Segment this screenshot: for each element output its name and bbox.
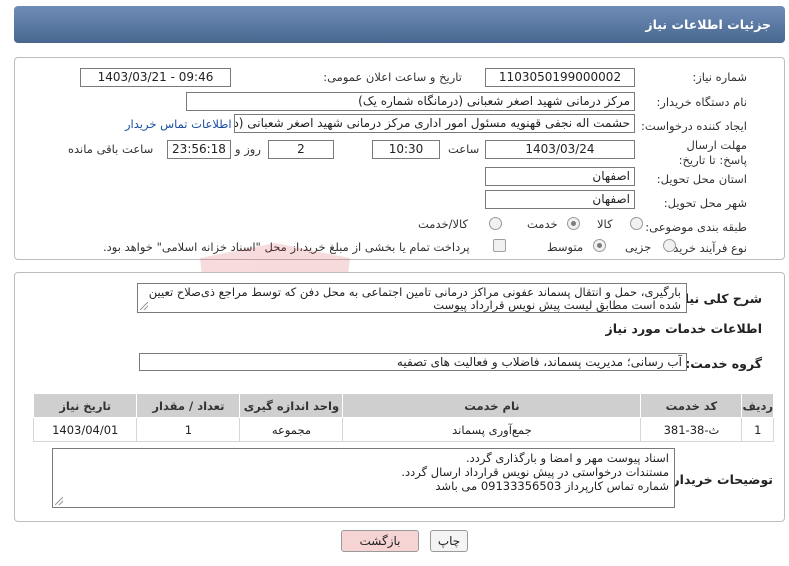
category-option-goods: کالا [597, 217, 613, 231]
buyer-notes-textarea[interactable]: اسناد پیوست مهر و امضا و بارگذاری گردد. … [52, 448, 675, 508]
need-number-label: شماره نیاز: [692, 70, 747, 84]
category-option-service: خدمت [527, 217, 558, 231]
column-header: کد خدمت [640, 393, 743, 418]
creator-field: حشمت اله نجفی قهنویه مسئول امور اداری مر… [234, 114, 635, 133]
services-table: ردیف کد خدمت نام خدمت واحد اندازه گیری ت… [32, 393, 774, 442]
province-field: اصفهان [485, 167, 635, 186]
table-header-row: ردیف کد خدمت نام خدمت واحد اندازه گیری ت… [32, 393, 774, 418]
back-button[interactable]: بازگشت [341, 530, 419, 552]
process-label: نوع فرآیند خرید : [665, 241, 747, 255]
service-group-field: آب رسانی؛ مدیریت پسماند، فاضلاب و فعالیت… [139, 353, 687, 371]
page-title: جزئیات اطلاعات نیاز [645, 17, 771, 32]
summary-textarea[interactable]: بارگیری، حمل و انتقال پسماند عفونی مراکز… [137, 283, 687, 313]
table-cell: مجموعه [239, 417, 344, 442]
province-label: استان محل تحویل: [656, 172, 747, 186]
process-radio-minor[interactable] [663, 239, 676, 252]
process-option-minor: جزیی [625, 240, 652, 254]
deadline-time-label: ساعت [448, 142, 480, 156]
column-header: واحد اندازه گیری [239, 393, 344, 418]
creator-label: ایجاد کننده درخواست: [641, 119, 747, 133]
announce-datetime-field: 1403/03/21 - 09:46 [80, 68, 231, 87]
column-header: نام خدمت [342, 393, 642, 418]
treasury-payment-checkbox[interactable] [493, 239, 506, 252]
table-row: 1 ث-38-381 جمع‌آوری پسماند مجموعه 1 1403… [32, 417, 774, 442]
city-label: شهر محل تحویل: [663, 196, 747, 210]
process-option-medium: متوسط [547, 240, 584, 254]
note-line: شماره تماس کارپرداز 09133356503 می باشد [435, 479, 669, 493]
category-radio-goods-service[interactable] [489, 217, 502, 230]
process-radio-medium[interactable] [593, 239, 606, 252]
category-option-goods-service: کالا/خدمت [418, 217, 469, 231]
service-group-label: گروه خدمت: [685, 356, 762, 371]
resize-handle[interactable] [55, 497, 63, 505]
buyer-contact-link[interactable]: اطلاعات تماس خریدار [125, 117, 232, 131]
treasury-payment-note: پرداخت تمام یا بخشی از مبلغ خرید،از محل … [103, 240, 470, 254]
table-cell: ث-38-381 [640, 417, 743, 442]
summary-text: بارگیری، حمل و انتقال پسماند عفونی مراکز… [148, 285, 681, 312]
city-field: اصفهان [485, 190, 635, 209]
column-header: ردیف [741, 393, 774, 418]
remaining-label: ساعت باقی مانده [68, 142, 154, 156]
table-cell: 1403/04/01 [32, 417, 138, 442]
announce-label: تاریخ و ساعت اعلان عمومی: [323, 70, 462, 84]
buyer-notes-label: توضیحات خریدار: [667, 472, 773, 487]
table-cell: جمع‌آوری پسماند [342, 417, 642, 442]
print-button[interactable]: چاپ [430, 530, 468, 552]
table-cell: 1 [136, 417, 241, 442]
column-header: تاریخ نیاز [32, 393, 138, 418]
note-line: اسناد پیوست مهر و امضا و بارگذاری گردد. [465, 451, 669, 465]
buyer-field: مرکز درمانی شهید اصغر شعبانی (درمانگاه ش… [186, 92, 635, 111]
page-header: جزئیات اطلاعات نیاز [14, 6, 785, 43]
category-radio-goods[interactable] [630, 217, 643, 230]
services-section-title: اطلاعات خدمات مورد نیاز [605, 321, 763, 336]
remaining-time-field: 23:56:18 [167, 140, 231, 159]
column-header: تعداد / مقدار [136, 393, 241, 418]
deadline-label: مهلت ارسال پاسخ: تا تاریخ: [678, 138, 747, 167]
category-label: طبقه بندی موضوعی: [645, 220, 747, 234]
deadline-time-field: 10:30 [372, 140, 440, 159]
buyer-label: نام دستگاه خریدار: [656, 95, 747, 109]
days-field: 2 [268, 140, 334, 159]
resize-handle[interactable] [140, 302, 148, 310]
table-cell: 1 [741, 417, 774, 442]
need-number-field: 1103050199000002 [485, 68, 635, 87]
deadline-date-field: 1403/03/24 [485, 140, 635, 159]
days-label: روز و [235, 142, 261, 156]
category-radio-service[interactable] [567, 217, 580, 230]
note-line: مستندات درخواستی در پیش نویس قرارداد ارس… [401, 465, 669, 479]
